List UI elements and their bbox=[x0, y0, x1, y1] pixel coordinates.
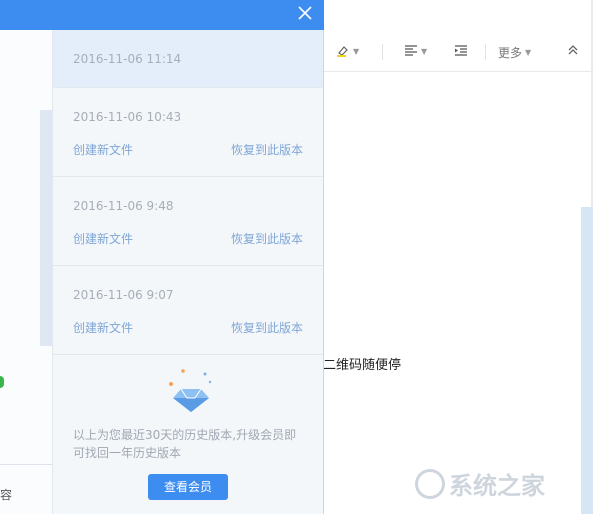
version-item[interactable]: 2016-11-06 9:07 创建新文件 恢复到此版本 bbox=[53, 266, 323, 355]
restore-version-link[interactable]: 恢复到此版本 bbox=[231, 230, 303, 247]
more-label: 更多 bbox=[498, 46, 523, 60]
close-button[interactable] bbox=[296, 6, 314, 24]
chevron-down-icon: ▼ bbox=[421, 46, 428, 56]
version-list: 2016-11-06 11:14 2016-11-06 10:43 创建新文件 … bbox=[53, 30, 323, 514]
restore-version-link[interactable]: 恢复到此版本 bbox=[231, 141, 303, 158]
version-action: 创建新文件 bbox=[73, 232, 134, 246]
left-pane-scrollbar[interactable] bbox=[40, 110, 53, 346]
left-pane-text: 容 bbox=[0, 488, 13, 502]
watermark-text: 系统之家 bbox=[449, 472, 545, 500]
version-action: 创建新文件 bbox=[73, 321, 134, 335]
view-membership-button[interactable]: 查看会员 bbox=[148, 474, 228, 500]
chevron-down-icon: ▼ bbox=[525, 48, 532, 57]
editor-toolbar: ▼ ▼ 更多 ▼ bbox=[324, 32, 593, 72]
restore-version-link[interactable]: 恢复到此版本 bbox=[231, 319, 303, 336]
highlighter-icon bbox=[337, 46, 348, 57]
version-item[interactable]: 2016-11-06 11:14 bbox=[53, 30, 323, 88]
toolbar-divider bbox=[485, 44, 486, 60]
double-chevron-up-icon bbox=[568, 45, 578, 55]
divider bbox=[0, 464, 53, 465]
editor-scrollbar[interactable] bbox=[581, 207, 593, 514]
version-item[interactable]: 2016-11-06 9:48 创建新文件 恢复到此版本 bbox=[53, 177, 323, 266]
version-time: 2016-11-06 9:48 bbox=[73, 199, 174, 213]
indent-button[interactable] bbox=[454, 44, 468, 58]
align-left-icon bbox=[405, 45, 417, 56]
version-item[interactable]: 2016-11-06 10:43 创建新文件 恢复到此版本 bbox=[53, 88, 323, 177]
version-time: 2016-11-06 11:14 bbox=[73, 52, 182, 66]
document-text: 二维码随便停 bbox=[323, 358, 402, 373]
history-panel: 容 2016-11-06 11:14 2016-11-06 10:43 创建新文… bbox=[0, 0, 324, 514]
indent-icon bbox=[455, 45, 467, 56]
history-panel-header bbox=[0, 0, 324, 30]
align-button[interactable]: ▼ bbox=[404, 44, 427, 58]
history-note: 以上为您最近30天的历史版本,升级会员即可找回一年历史版本 bbox=[73, 428, 297, 460]
more-button[interactable]: 更多 ▼ bbox=[498, 44, 531, 61]
diamond-icon bbox=[169, 369, 212, 412]
toolbar-divider bbox=[382, 44, 383, 60]
watermark: 系统之家 bbox=[415, 466, 545, 501]
close-icon bbox=[298, 6, 312, 20]
collapse-toolbar-button[interactable] bbox=[568, 44, 578, 56]
version-time: 2016-11-06 10:43 bbox=[73, 110, 182, 124]
highlight-button[interactable]: ▼ bbox=[336, 44, 359, 58]
version-time: 2016-11-06 9:07 bbox=[73, 288, 174, 302]
chevron-down-icon: ▼ bbox=[353, 46, 360, 56]
version-action: 创建新文件 bbox=[73, 143, 134, 157]
watermark-logo-icon bbox=[415, 468, 445, 499]
